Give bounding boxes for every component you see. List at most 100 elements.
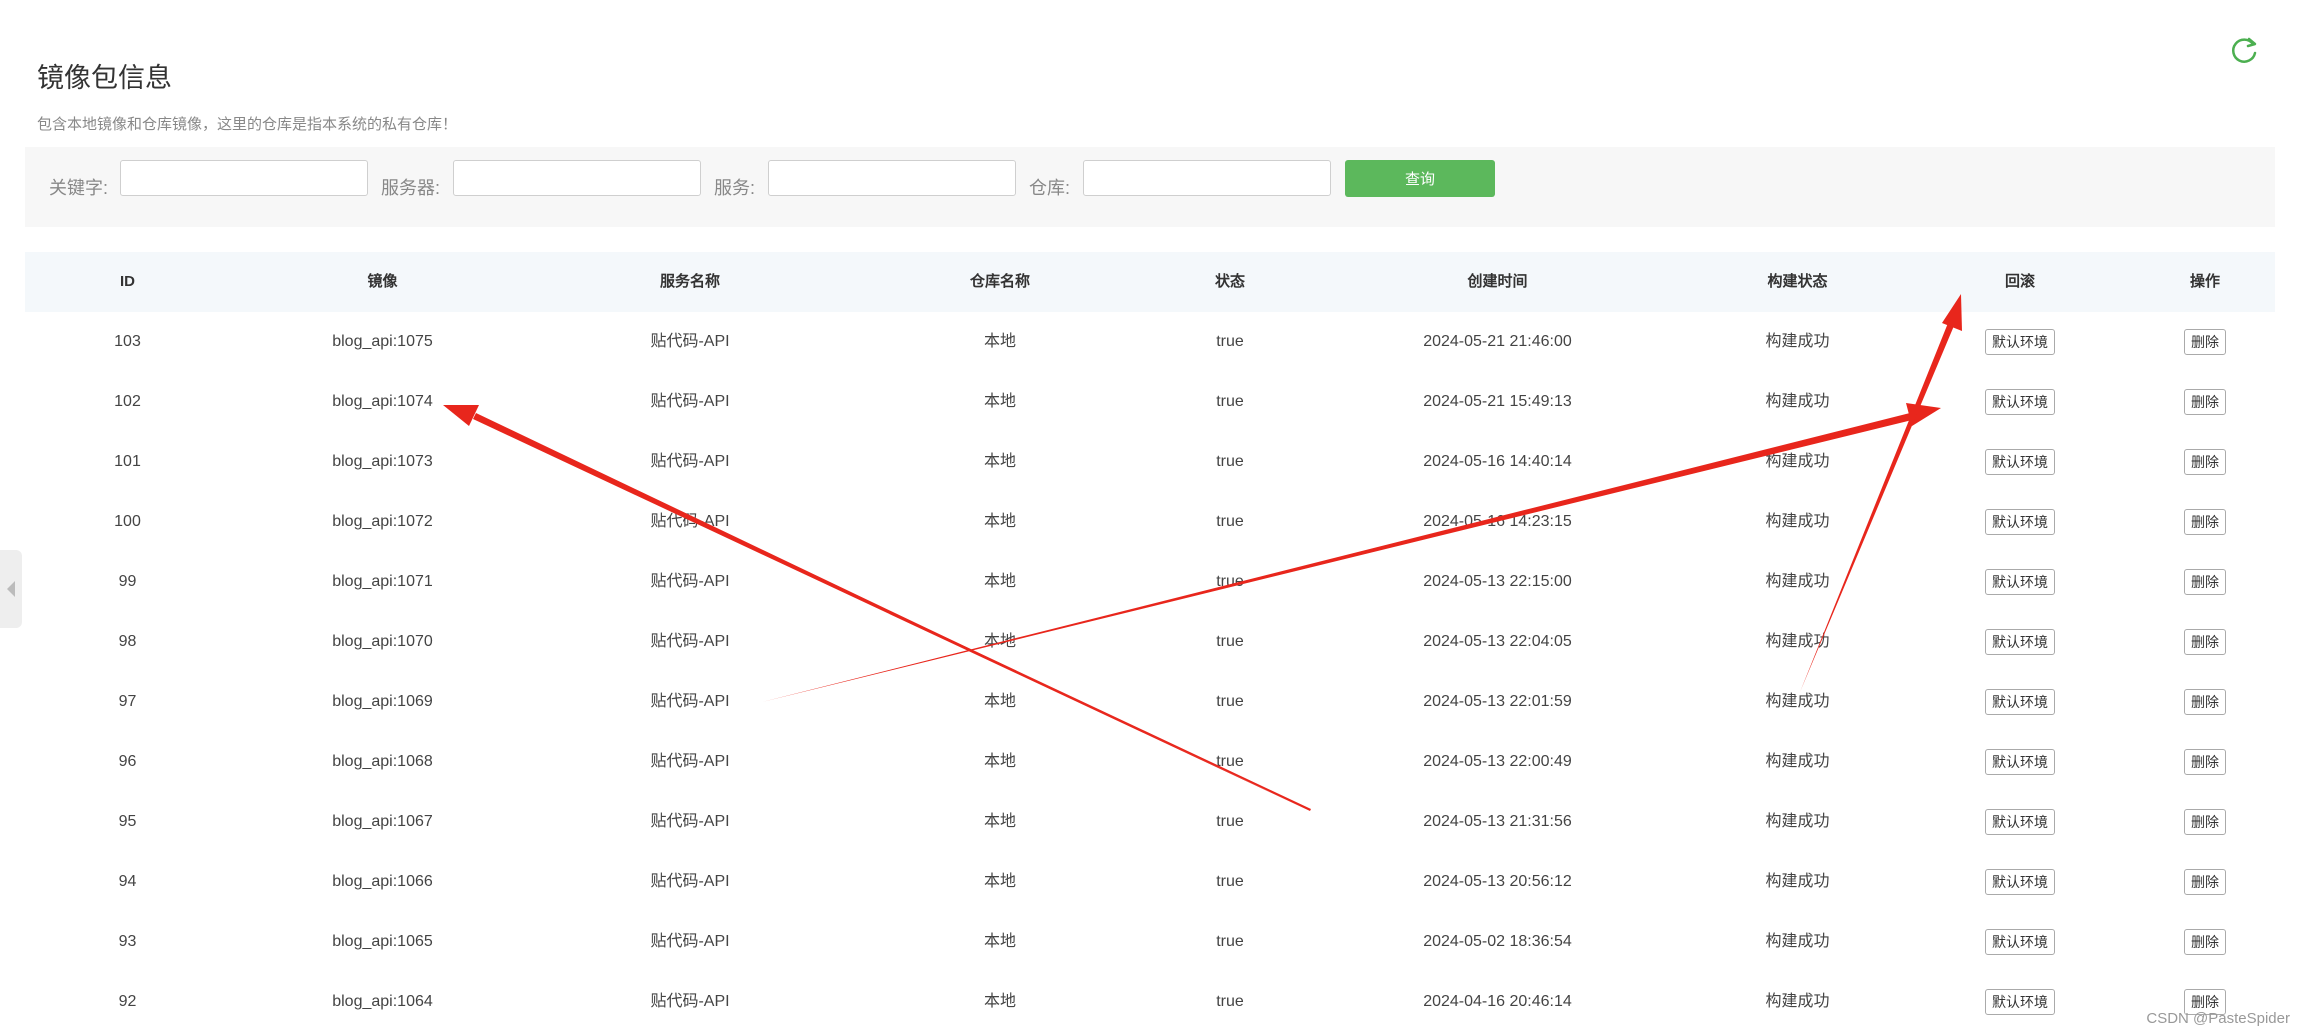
sidebar-toggle[interactable] xyxy=(0,550,22,628)
page-title: 镜像包信息 xyxy=(37,63,172,93)
rollback-default-env-button[interactable]: 默认环境 xyxy=(1985,808,2055,835)
cell-operation: 删除 xyxy=(2135,852,2275,912)
delete-button[interactable]: 删除 xyxy=(2184,928,2226,955)
collapse-left-icon xyxy=(7,581,15,597)
cell-build-status: 构建成功 xyxy=(1765,333,1830,350)
cell-id: 96 xyxy=(118,753,137,770)
cell-repo: 本地 xyxy=(983,453,1016,470)
delete-button[interactable]: 删除 xyxy=(2184,508,2226,535)
cell-image: blog_api:1067 xyxy=(332,813,433,830)
delete-button[interactable]: 删除 xyxy=(2184,688,2226,715)
column-header-repo: 仓库名称 xyxy=(969,273,1030,290)
rollback-default-env-button[interactable]: 默认环境 xyxy=(1985,448,2055,475)
rollback-default-env-button[interactable]: 默认环境 xyxy=(1985,568,2055,595)
cell-id: 97 xyxy=(118,693,137,710)
table-header: ID 镜像 服务名称 仓库名称 状态 创建时间 构建状态 回滚 操作 xyxy=(25,252,2275,312)
cell-service: 贴代码-API xyxy=(650,513,730,530)
cell-image: blog_api:1074 xyxy=(332,393,433,410)
cell-service: 贴代码-API xyxy=(650,753,730,770)
rollback-default-env-button[interactable]: 默认环境 xyxy=(1985,748,2055,775)
cell-state: true xyxy=(1216,753,1244,770)
server-label: 服务器: xyxy=(381,178,441,198)
cell-repo: 本地 xyxy=(983,813,1016,830)
cell-repo: 本地 xyxy=(983,873,1016,890)
cell-rollback: 默认环境 xyxy=(1905,852,2135,912)
rollback-default-env-button[interactable]: 默认环境 xyxy=(1985,508,2055,535)
cell-state: true xyxy=(1216,513,1244,530)
cell-state: true xyxy=(1216,393,1244,410)
rollback-default-env-button[interactable]: 默认环境 xyxy=(1985,988,2055,1015)
table-row: 94 blog_api:1066 贴代码-API 本地 true 2024-05-13 2… xyxy=(25,852,2275,912)
cell-build-status: 构建成功 xyxy=(1765,393,1830,410)
watermark: CSDN @PasteSpider xyxy=(2146,1010,2290,1027)
repo-input[interactable] xyxy=(1083,160,1331,196)
cell-state: true xyxy=(1216,873,1244,890)
cell-operation: 删除 xyxy=(2135,552,2275,612)
cell-operation: 删除 xyxy=(2135,792,2275,852)
column-header-id: ID xyxy=(120,273,135,290)
cell-operation: 删除 xyxy=(2135,612,2275,672)
cell-created: 2024-05-13 22:01:59 xyxy=(1423,693,1572,710)
search-button[interactable]: 查询 xyxy=(1345,160,1495,197)
cell-image: blog_api:1073 xyxy=(332,453,433,470)
delete-button[interactable]: 删除 xyxy=(2184,448,2226,475)
column-header-operation: 操作 xyxy=(2189,273,2220,290)
rollback-default-env-button[interactable]: 默认环境 xyxy=(1985,688,2055,715)
table-row: 95 blog_api:1067 贴代码-API 本地 true 2024-05-13 2… xyxy=(25,792,2275,852)
delete-button[interactable]: 删除 xyxy=(2184,388,2226,415)
cell-operation: 删除 xyxy=(2135,672,2275,732)
cell-build-status: 构建成功 xyxy=(1765,933,1830,950)
refresh-icon[interactable] xyxy=(2227,33,2261,67)
rollback-default-env-button[interactable]: 默认环境 xyxy=(1985,628,2055,655)
cell-build-status: 构建成功 xyxy=(1765,693,1830,710)
service-label: 服务: xyxy=(714,178,756,198)
cell-state: true xyxy=(1216,813,1244,830)
delete-button[interactable]: 删除 xyxy=(2184,568,2226,595)
cell-service: 贴代码-API xyxy=(650,693,730,710)
delete-button[interactable]: 删除 xyxy=(2184,868,2226,895)
cell-build-status: 构建成功 xyxy=(1765,633,1830,650)
cell-operation: 删除 xyxy=(2135,432,2275,492)
cell-created: 2024-05-13 22:04:05 xyxy=(1423,633,1572,650)
cell-created: 2024-05-21 21:46:00 xyxy=(1423,333,1572,350)
delete-button[interactable]: 删除 xyxy=(2184,748,2226,775)
keyword-label: 关键字: xyxy=(49,178,109,198)
delete-button[interactable]: 删除 xyxy=(2184,328,2226,355)
keyword-input[interactable] xyxy=(120,160,368,196)
cell-image: blog_api:1075 xyxy=(332,333,433,350)
table-row: 103 blog_api:1075 贴代码-API 本地 true 2024-05-21 … xyxy=(25,312,2275,372)
cell-repo: 本地 xyxy=(983,573,1016,590)
cell-rollback: 默认环境 xyxy=(1905,312,2135,372)
cell-state: true xyxy=(1216,693,1244,710)
image-table: ID 镜像 服务名称 仓库名称 状态 创建时间 构建状态 回滚 操作 103 bl… xyxy=(25,252,2275,1032)
cell-repo: 本地 xyxy=(983,693,1016,710)
server-input[interactable] xyxy=(453,160,701,196)
cell-service: 贴代码-API xyxy=(650,993,730,1010)
service-input[interactable] xyxy=(768,160,1016,196)
cell-rollback: 默认环境 xyxy=(1905,432,2135,492)
cell-rollback: 默认环境 xyxy=(1905,732,2135,792)
cell-repo: 本地 xyxy=(983,333,1016,350)
cell-created: 2024-04-16 20:46:14 xyxy=(1423,993,1572,1010)
cell-created: 2024-05-13 20:56:12 xyxy=(1423,873,1572,890)
table-row: 99 blog_api:1071 贴代码-API 本地 true 2024-05-13 2… xyxy=(25,552,2275,612)
delete-button[interactable]: 删除 xyxy=(2184,808,2226,835)
rollback-default-env-button[interactable]: 默认环境 xyxy=(1985,388,2055,415)
cell-state: true xyxy=(1216,933,1244,950)
cell-id: 102 xyxy=(114,393,141,410)
cell-operation: 删除 xyxy=(2135,912,2275,972)
cell-operation: 删除 xyxy=(2135,492,2275,552)
cell-repo: 本地 xyxy=(983,933,1016,950)
table-body: 103 blog_api:1075 贴代码-API 本地 true 2024-05-21 … xyxy=(25,312,2275,1032)
cell-rollback: 默认环境 xyxy=(1905,612,2135,672)
rollback-default-env-button[interactable]: 默认环境 xyxy=(1985,868,2055,895)
cell-image: blog_api:1071 xyxy=(332,573,433,590)
cell-id: 92 xyxy=(118,993,137,1010)
rollback-default-env-button[interactable]: 默认环境 xyxy=(1985,928,2055,955)
cell-image: blog_api:1064 xyxy=(332,993,433,1010)
cell-service: 贴代码-API xyxy=(650,813,730,830)
cell-id: 99 xyxy=(118,573,137,590)
rollback-default-env-button[interactable]: 默认环境 xyxy=(1985,328,2055,355)
cell-rollback: 默认环境 xyxy=(1905,912,2135,972)
delete-button[interactable]: 删除 xyxy=(2184,628,2226,655)
